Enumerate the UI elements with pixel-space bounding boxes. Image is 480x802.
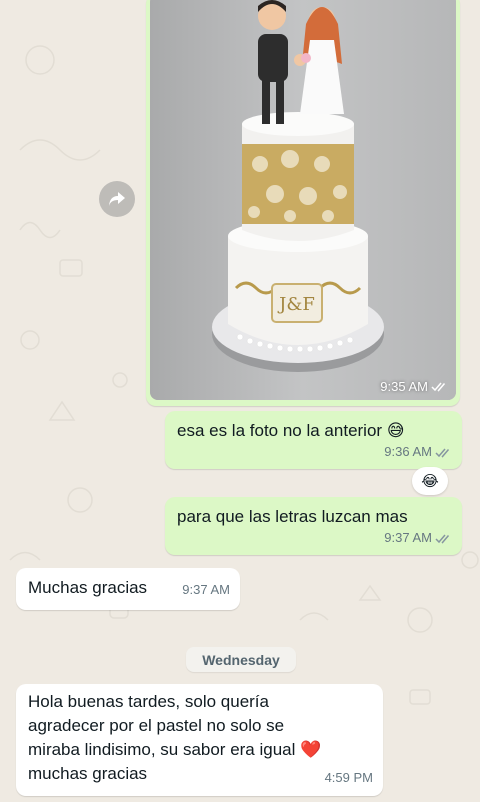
- message-text: Muchas gracias: [28, 578, 148, 597]
- double-check-icon: [431, 382, 446, 392]
- message-time: 9:37 AM: [384, 530, 432, 545]
- message-meta: 9:37 AM: [182, 578, 230, 602]
- message-line: Hola buenas tardes, solo quería: [28, 692, 269, 711]
- message-meta: 4:59 PM: [325, 766, 373, 790]
- message-time: 9:36 AM: [384, 444, 432, 459]
- message-line: muchas gracias: [28, 764, 148, 783]
- double-check-icon: [435, 534, 450, 544]
- svg-text:J&F: J&F: [277, 294, 315, 315]
- message-text-content: esa es la foto no la anterior: [177, 421, 383, 440]
- message-text: esa es la foto no la anterior 😅: [177, 419, 405, 443]
- incoming-message[interactable]: Hola buenas tardes, solo quería agradece…: [16, 684, 383, 796]
- image-message-bubble[interactable]: J&F 9:35 AM: [146, 0, 460, 406]
- message-reaction[interactable]: 😂: [412, 467, 448, 495]
- incoming-message[interactable]: Muchas gracias 9:37 AM: [16, 568, 240, 610]
- message-time: 9:35 AM: [380, 379, 428, 394]
- date-separator: Wednesday: [186, 647, 296, 672]
- message-text: Hola buenas tardes, solo quería agradece…: [28, 690, 321, 786]
- message-time: 4:59 PM: [324, 770, 373, 785]
- message-meta: 9:36 AM: [384, 440, 452, 464]
- forward-button[interactable]: [99, 181, 135, 217]
- forward-arrow-icon: [109, 192, 125, 206]
- message-text: para que las letras luzcan mas: [177, 507, 408, 526]
- message-line-text: miraba lindisimo, su sabor era igual: [28, 740, 296, 759]
- outgoing-message[interactable]: para que las letras luzcan mas 9:37 AM: [165, 497, 462, 555]
- image-message-meta: 9:35 AM: [380, 379, 448, 394]
- message-time: 9:37 AM: [182, 582, 230, 597]
- outgoing-message[interactable]: esa es la foto no la anterior 😅 9:36 AM: [165, 411, 462, 469]
- message-meta: 9:37 AM: [384, 526, 452, 550]
- emoji: 😅: [386, 421, 405, 440]
- emoji: ❤️: [300, 740, 322, 759]
- reaction-emoji: 😂: [421, 473, 439, 490]
- message-line: miraba lindisimo, su sabor era igual ❤️: [28, 738, 321, 762]
- double-check-icon: [435, 448, 450, 458]
- cake-photo[interactable]: J&F 9:35 AM: [150, 0, 456, 400]
- message-line: agradecer por el pastel no solo se: [28, 716, 285, 735]
